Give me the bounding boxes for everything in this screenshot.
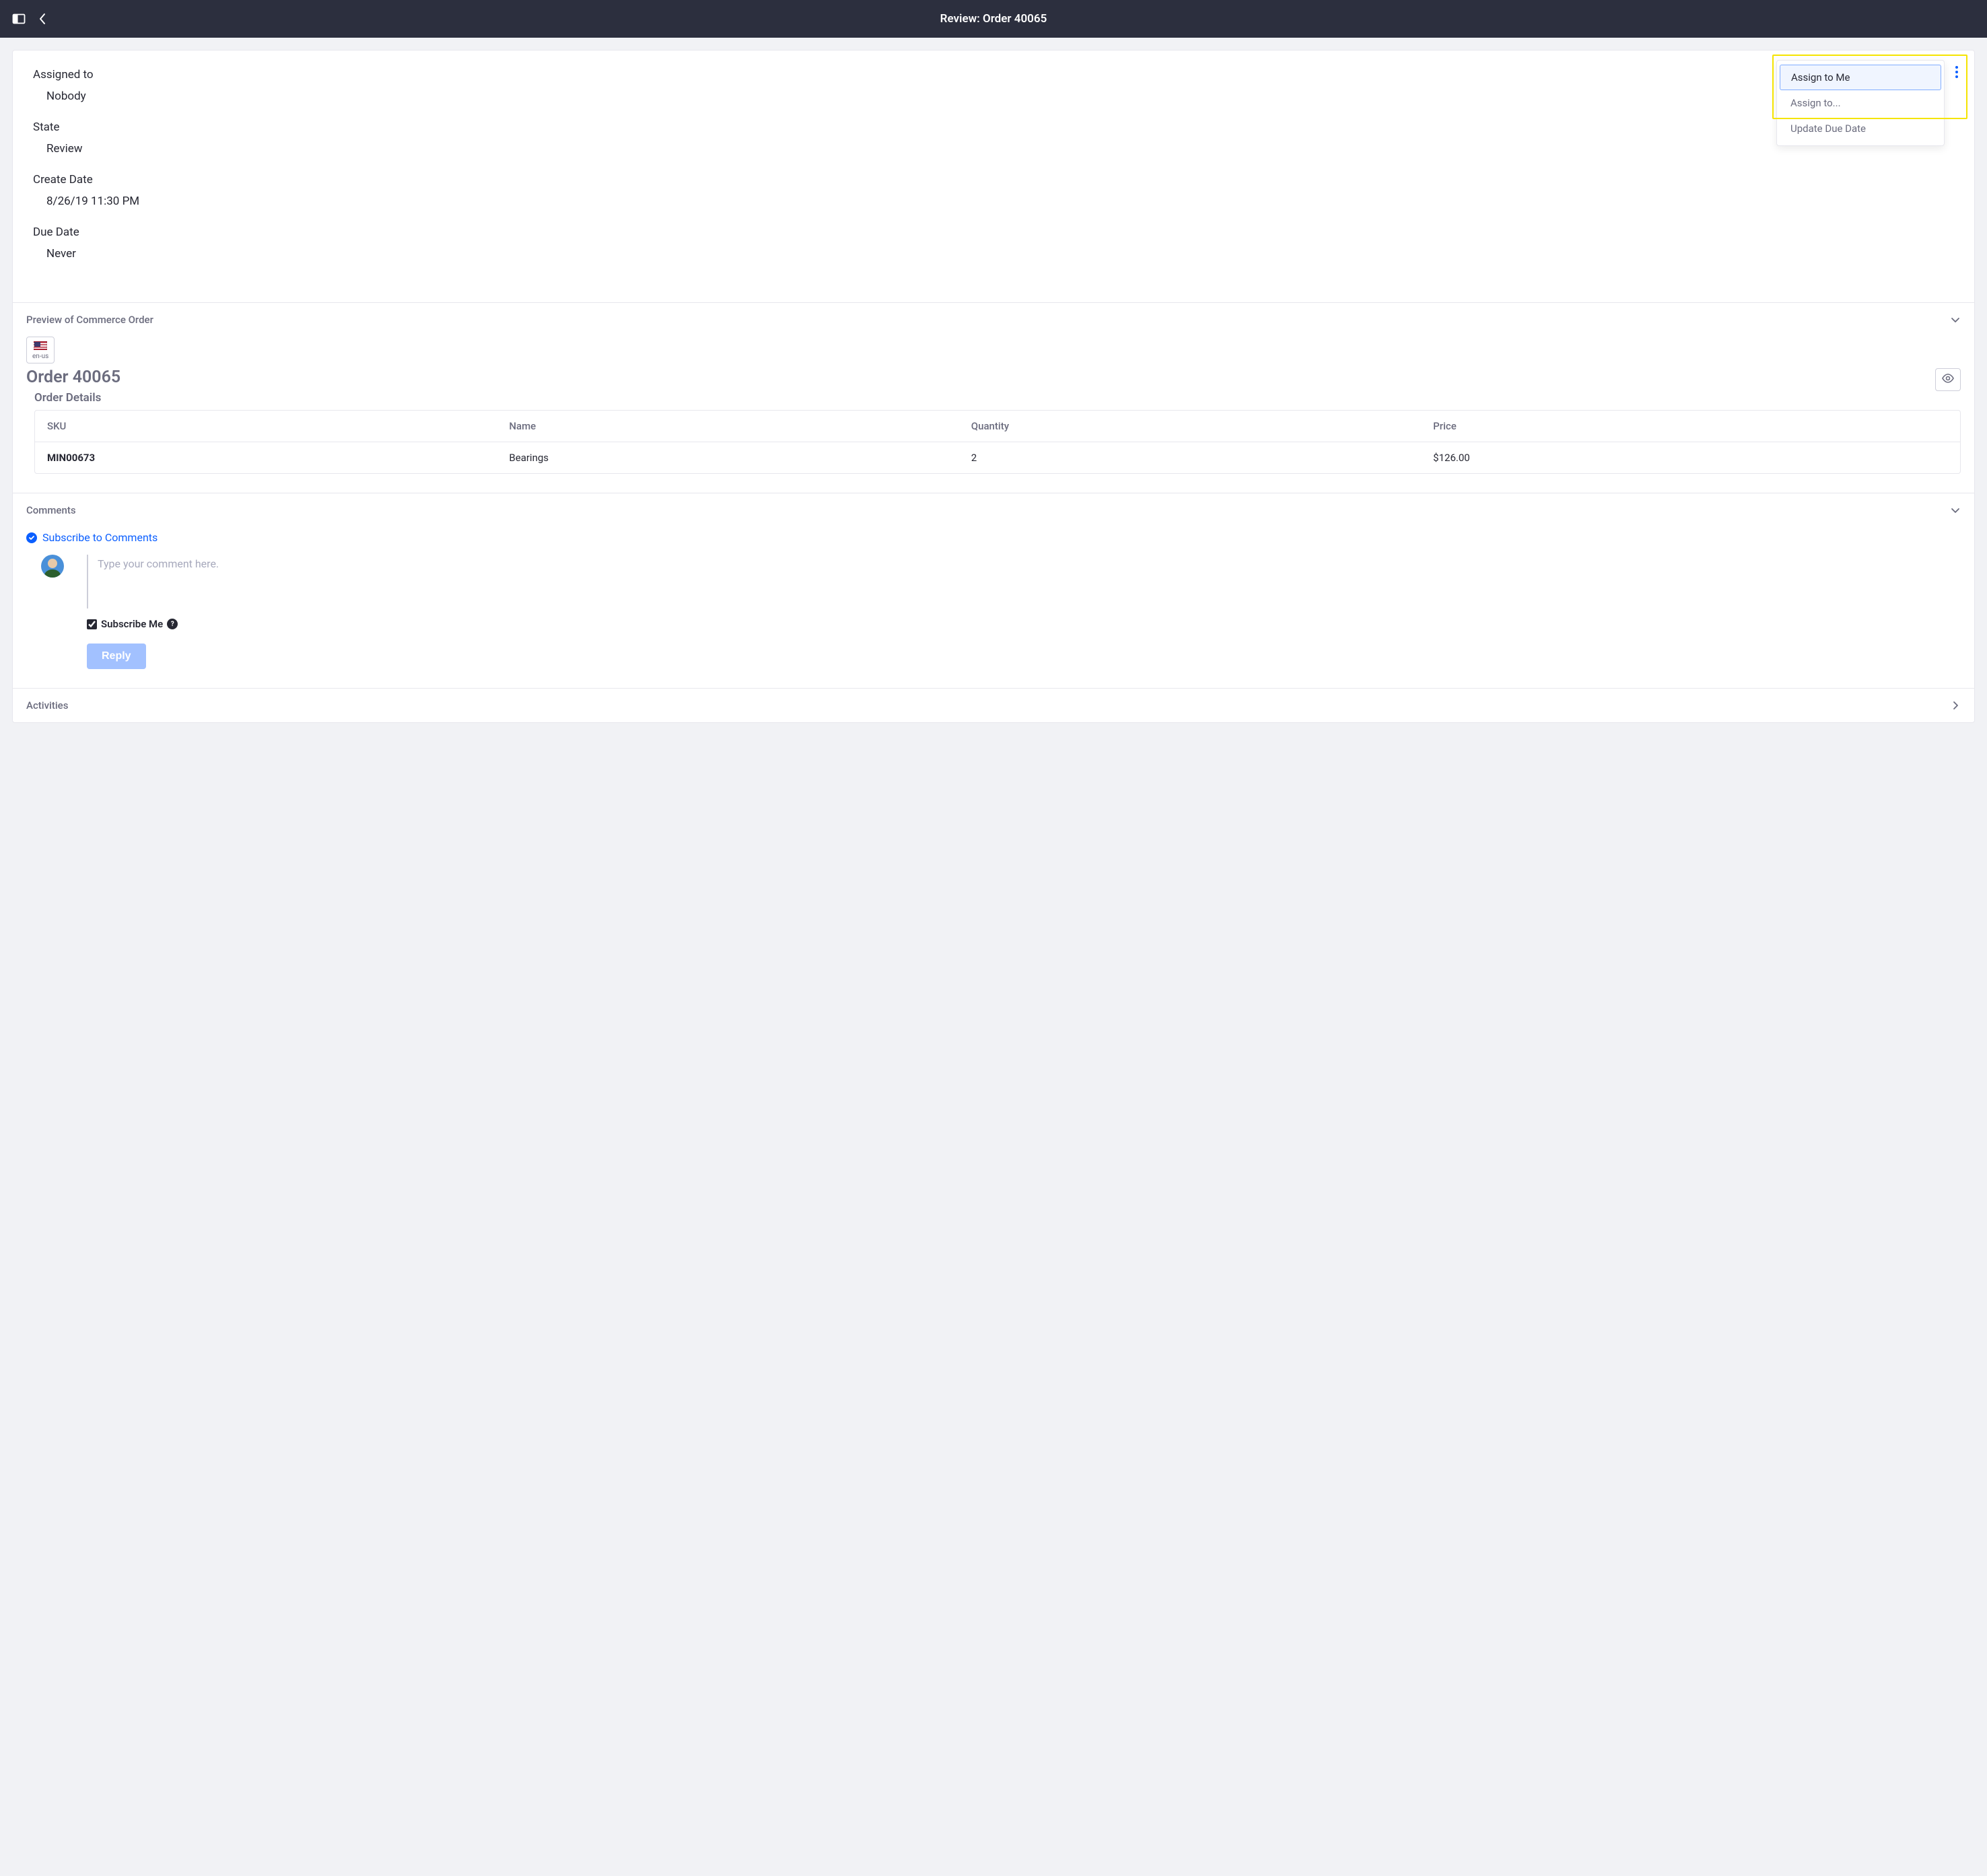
subscribe-link-label: Subscribe to Comments (42, 531, 158, 544)
subscribe-me-row: Subscribe Me ? (87, 618, 1961, 630)
col-sku: SKU (35, 411, 497, 442)
subscribe-me-checkbox[interactable] (87, 619, 97, 629)
cell-name: Bearings (497, 442, 958, 473)
field-due-date: Due Date Never (33, 225, 1954, 260)
assigned-to-value: Nobody (33, 90, 1954, 103)
chevron-down-icon (1950, 505, 1961, 516)
preview-view-button[interactable] (1935, 368, 1961, 391)
locale-badge[interactable]: en-us (26, 337, 55, 363)
activities-section-header[interactable]: Activities (13, 688, 1974, 722)
order-heading: Order 40065 (26, 368, 120, 387)
comment-input[interactable] (87, 555, 1961, 609)
create-date-value: 8/26/19 11:30 PM (33, 195, 1954, 208)
menu-item-assign-to[interactable]: Assign to... (1777, 90, 1944, 116)
actions-area: Assign to Me Assign to... Update Due Dat… (1776, 60, 1965, 146)
actions-dropdown: Assign to Me Assign to... Update Due Dat… (1776, 60, 1945, 146)
comment-compose: Subscribe Me ? Reply (41, 555, 1961, 669)
chevron-down-icon (1950, 314, 1961, 325)
cell-quantity: 2 (959, 442, 1421, 473)
activities-section-title: Activities (26, 699, 68, 711)
preview-section-header[interactable]: Preview of Commerce Order (13, 302, 1974, 337)
subscribe-to-comments-link[interactable]: Subscribe to Comments (26, 531, 1961, 544)
check-circle-icon (26, 532, 37, 543)
avatar (41, 555, 64, 578)
details-section: Assigned to Nobody State Review Create D… (13, 50, 1974, 302)
locale-label: en-us (32, 353, 48, 360)
order-table-header-row: SKU Name Quantity Price (35, 411, 1960, 442)
state-label: State (33, 120, 1954, 134)
create-date-label: Create Date (33, 173, 1954, 186)
col-price: Price (1421, 411, 1960, 442)
preview-body: en-us Order 40065 Order Details (13, 337, 1974, 493)
comments-section-title: Comments (26, 504, 76, 516)
col-quantity: Quantity (959, 411, 1421, 442)
comments-body: Subscribe to Comments Subscribe Me ? Rep… (13, 527, 1974, 688)
page-title: Review: Order 40065 (940, 12, 1047, 26)
subscribe-me-label: Subscribe Me (101, 618, 163, 630)
chevron-right-icon (1950, 700, 1961, 711)
field-create-date: Create Date 8/26/19 11:30 PM (33, 173, 1954, 208)
cell-price: $126.00 (1421, 442, 1960, 473)
panel-toggle-icon[interactable] (12, 12, 26, 26)
help-icon[interactable]: ? (167, 619, 178, 629)
page-body: Assigned to Nobody State Review Create D… (0, 38, 1987, 735)
comments-section-header[interactable]: Comments (13, 493, 1974, 527)
order-details-heading: Order Details (34, 391, 1961, 405)
col-name: Name (497, 411, 958, 442)
field-assigned-to: Assigned to Nobody (33, 68, 1954, 103)
kebab-menu-button[interactable] (1949, 64, 1965, 80)
reply-button[interactable]: Reply (87, 644, 146, 669)
due-date-value: Never (33, 247, 1954, 260)
back-icon[interactable] (38, 13, 47, 25)
eye-icon (1941, 373, 1955, 386)
menu-item-update-due-date[interactable]: Update Due Date (1777, 116, 1944, 141)
main-card: Assigned to Nobody State Review Create D… (12, 50, 1975, 723)
cell-sku: MIN00673 (35, 442, 497, 473)
due-date-label: Due Date (33, 225, 1954, 239)
assigned-to-label: Assigned to (33, 68, 1954, 81)
menu-item-assign-to-me[interactable]: Assign to Me (1780, 65, 1941, 90)
field-state: State Review (33, 120, 1954, 155)
topbar-left (12, 12, 47, 26)
order-table: SKU Name Quantity Price MIN00673 Bearing… (34, 410, 1961, 474)
topbar: Review: Order 40065 (0, 0, 1987, 38)
preview-section-title: Preview of Commerce Order (26, 314, 153, 326)
state-value: Review (33, 142, 1954, 155)
order-title-row: Order 40065 (26, 368, 1961, 391)
flag-us-icon (34, 341, 47, 350)
table-row: MIN00673 Bearings 2 $126.00 (35, 442, 1960, 473)
